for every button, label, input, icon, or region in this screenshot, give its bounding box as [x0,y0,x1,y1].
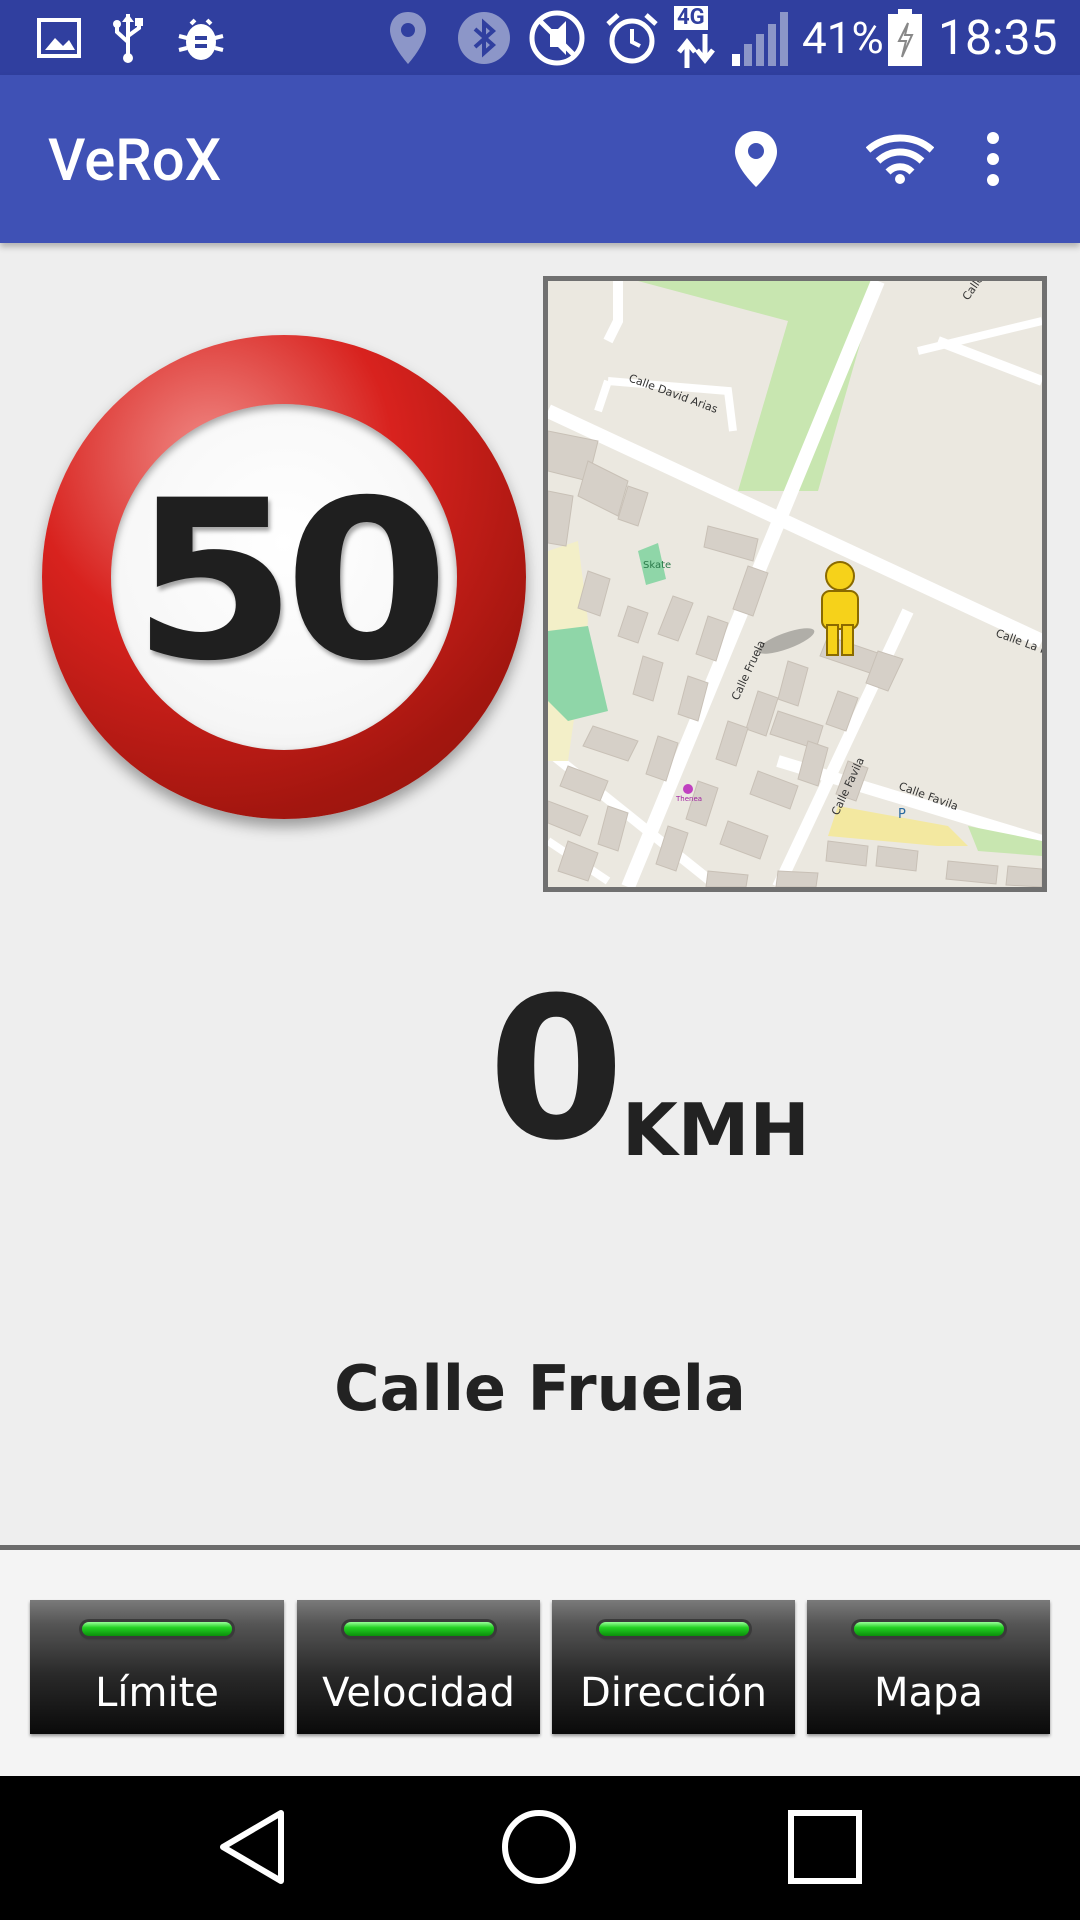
speed-limit-sign-center: 50 [111,404,457,750]
mute-icon [528,10,586,66]
map-graphic: Calle David Arias Skate Calle Fruela Cal… [548,281,1042,887]
tab-label: Límite [95,1670,219,1716]
speed-limit-value: 50 [131,453,450,709]
tab-label: Velocidad [322,1670,515,1716]
battery-icon [886,9,924,66]
wifi-icon[interactable] [860,119,940,199]
location-icon [386,10,430,66]
speed-limit-sign[interactable]: 50 [42,335,526,819]
recents-icon[interactable] [770,1792,880,1902]
app-title: VeRoX [48,127,222,195]
tab-direccion[interactable]: Dirección [552,1600,795,1734]
tab-label: Mapa [874,1670,983,1716]
map-label: Thenea [675,795,702,803]
bug-icon [174,10,228,66]
image-icon [36,10,82,66]
navigation-bar [0,1776,1080,1920]
tab-indicator-led [343,1622,494,1636]
tab-limite[interactable]: Límite [30,1600,284,1734]
data-transfer-icon [674,34,718,68]
tab-indicator-led [853,1622,1004,1636]
home-icon[interactable] [484,1792,594,1902]
current-speed-value: 0 [488,956,625,1184]
back-icon[interactable] [200,1792,310,1902]
tab-velocidad[interactable]: Velocidad [297,1600,540,1734]
map-view[interactable]: Calle David Arias Skate Calle Fruela Cal… [543,276,1047,892]
map-label: P [898,807,906,822]
poi-icon [683,784,693,794]
tab-mapa[interactable]: Mapa [807,1600,1050,1734]
bluetooth-icon [456,10,512,66]
status-bar: 4G 41% 18:35 [0,0,1080,75]
map-label: Skate [643,560,671,571]
clock: 18:35 [938,9,1058,66]
overflow-menu-icon[interactable] [968,119,1018,199]
battery-percent: 41% [802,12,884,64]
location-pin-icon[interactable] [716,119,796,199]
signal-icon [730,10,792,66]
tab-indicator-led [598,1622,749,1636]
tab-indicator-led [82,1622,232,1636]
tab-label: Dirección [579,1670,767,1716]
app-bar: VeRoX [0,75,1080,243]
network-type-label: 4G [674,6,708,30]
usb-icon [108,10,148,66]
speed-unit: KMH [622,1088,810,1172]
street-name: Calle Fruela [334,1352,746,1425]
alarm-icon [604,10,660,66]
